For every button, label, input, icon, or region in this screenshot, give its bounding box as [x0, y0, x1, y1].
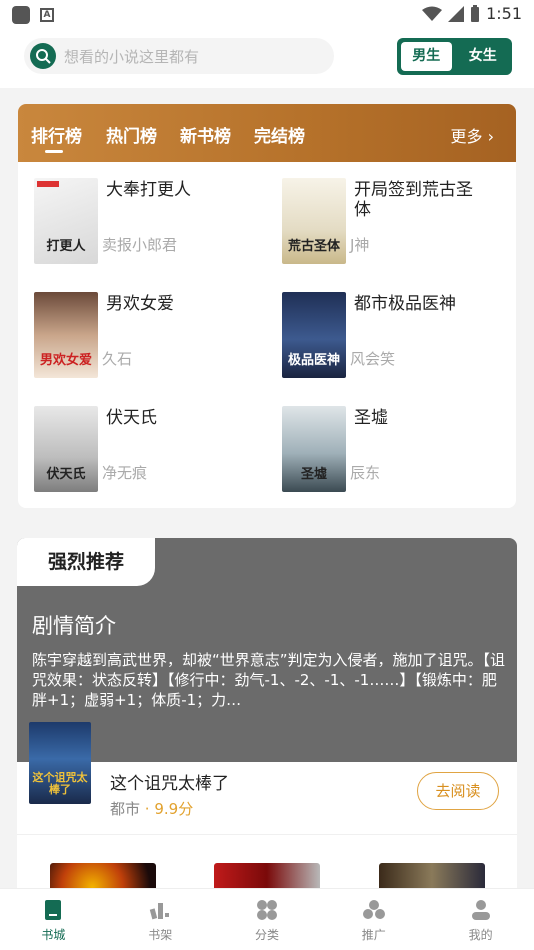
- profile-icon: [471, 900, 490, 920]
- book-item[interactable]: 打更人 大奉打更人 卖报小郎君: [18, 178, 258, 268]
- nav-promote[interactable]: 推广: [320, 889, 427, 950]
- recommend-tag: 强烈推荐: [17, 538, 155, 586]
- category-icon: [256, 900, 277, 920]
- cover-text: 荒古圣体: [287, 239, 340, 254]
- recommend-book-title[interactable]: 这个诅咒太棒了: [110, 769, 229, 794]
- book-item[interactable]: 极品医神 都市极品医神 风会笑: [266, 292, 506, 382]
- cover-text: 圣墟: [300, 467, 327, 482]
- bookstore-icon: [45, 900, 62, 920]
- gender-toggle[interactable]: 男生 女生: [397, 38, 512, 75]
- chevron-right-icon: ›: [487, 127, 494, 146]
- cover-text: 这个诅咒太棒了: [32, 771, 88, 796]
- book-title: 伏天氏: [106, 408, 157, 428]
- header: 想看的小说这里都有 男生 女生: [0, 30, 534, 88]
- tab-ranking[interactable]: 排行榜: [31, 122, 82, 153]
- cover-text: 打更人: [46, 239, 86, 254]
- book-title: 大奉打更人: [106, 180, 191, 200]
- more-label: 更多: [450, 127, 483, 146]
- book-author: 风会笑: [350, 350, 396, 368]
- book-cover: 荒古圣体: [282, 178, 346, 264]
- ranking-card: 排行榜 热门榜 新书榜 完结榜 更多 › 打更人 大奉打更人 卖报小郎君 荒古圣…: [18, 104, 516, 508]
- battery-icon: [471, 4, 480, 22]
- tab-finished[interactable]: 完结榜: [254, 122, 305, 147]
- cover-text: 男欢女爱: [39, 353, 92, 368]
- signal-icon: [448, 5, 465, 22]
- bottom-nav: 书城 书架 分类 推广 我的: [0, 888, 534, 950]
- gender-male-button[interactable]: 男生: [401, 42, 452, 71]
- recommend-card: 强烈推荐 剧情简介 陈宇穿越到高武世界，却被“世界意志”判定为入侵者，施加了诅咒…: [17, 538, 517, 898]
- book-author: 辰东: [350, 464, 381, 482]
- book-title: 男欢女爱: [106, 294, 174, 314]
- status-bar: A 1:51: [0, 0, 534, 30]
- wifi-icon: [422, 6, 443, 21]
- cover-text: 极品医神: [287, 353, 340, 368]
- tab-new[interactable]: 新书榜: [180, 122, 231, 147]
- recommend-book-cover[interactable]: 这个诅咒太棒了: [29, 722, 91, 804]
- notification-icon: [12, 6, 30, 24]
- book-item[interactable]: 圣墟 圣墟 辰东: [266, 406, 506, 496]
- nav-label: 我的: [468, 928, 493, 942]
- nav-bookstore[interactable]: 书城: [0, 889, 107, 950]
- nav-bookshelf[interactable]: 书架: [107, 889, 214, 950]
- search-input[interactable]: 想看的小说这里都有: [64, 46, 199, 67]
- synopsis-heading: 剧情简介: [32, 614, 116, 638]
- book-cover: 伏天氏: [34, 406, 98, 492]
- search-bar[interactable]: 想看的小说这里都有: [24, 38, 334, 74]
- more-link[interactable]: 更多 ›: [450, 123, 494, 147]
- book-score: · 9.9分: [144, 800, 194, 818]
- tab-hot[interactable]: 热门榜: [106, 122, 157, 147]
- nav-label: 书架: [148, 928, 173, 942]
- book-author: J神: [350, 236, 370, 254]
- nav-label: 书城: [41, 928, 66, 942]
- recommend-book-meta: 都市 · 9.9分: [110, 798, 193, 819]
- book-item[interactable]: 男欢女爱 男欢女爱 久石: [18, 292, 258, 382]
- book-title: 圣墟: [354, 408, 388, 428]
- status-time: 1:51: [486, 4, 522, 23]
- accessibility-icon: A: [40, 8, 54, 22]
- book-item[interactable]: 伏天氏 伏天氏 净无痕: [18, 406, 258, 496]
- promote-icon: [362, 900, 385, 919]
- book-item[interactable]: 荒古圣体 开局签到荒古圣体 J神: [266, 178, 506, 268]
- recommend-banner[interactable]: 强烈推荐 剧情简介 陈宇穿越到高武世界，却被“世界意志”判定为入侵者，施加了诅咒…: [17, 538, 517, 762]
- book-author: 净无痕: [102, 464, 148, 482]
- gender-female-button[interactable]: 女生: [458, 42, 509, 71]
- book-title: 开局签到荒古圣体: [354, 180, 473, 220]
- book-category: 都市: [110, 800, 141, 818]
- ranking-tabs: 排行榜 热门榜 新书榜 完结榜 更多 ›: [18, 104, 516, 162]
- divider: [17, 834, 517, 835]
- book-author: 久石: [102, 350, 133, 368]
- read-button[interactable]: 去阅读: [417, 772, 499, 810]
- nav-category[interactable]: 分类: [214, 889, 321, 950]
- search-icon: [30, 43, 56, 69]
- synopsis-text: 陈宇穿越到高武世界，却被“世界意志”判定为入侵者，施加了诅咒。【诅咒效果：状态反…: [32, 651, 506, 709]
- book-author: 卖报小郎君: [102, 236, 178, 254]
- nav-profile[interactable]: 我的: [427, 889, 534, 950]
- book-cover: 打更人: [34, 178, 98, 264]
- book-cover: 极品医神: [282, 292, 346, 378]
- bookshelf-icon: [149, 903, 170, 920]
- book-title: 都市极品医神: [354, 294, 456, 314]
- book-cover: 圣墟: [282, 406, 346, 492]
- cover-text: 伏天氏: [46, 467, 86, 482]
- nav-label: 推广: [361, 928, 386, 942]
- book-cover: 男欢女爱: [34, 292, 98, 378]
- nav-label: 分类: [254, 928, 279, 942]
